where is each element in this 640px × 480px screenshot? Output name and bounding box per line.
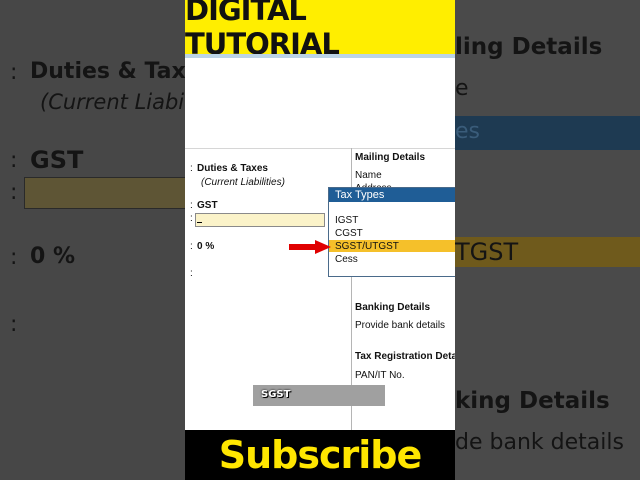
bg-types: es: [455, 119, 480, 144]
colon-name: :: [190, 200, 193, 211]
mailing-details-header: Mailing Details: [355, 152, 426, 163]
dropdown-title: Tax Types: [329, 188, 455, 202]
tax-registration-header: Tax Registration Details: [355, 351, 455, 362]
bg-colon: :: [10, 180, 18, 205]
bg-input-field: [24, 177, 187, 209]
bg-colon: :: [10, 245, 18, 270]
digital-tutorial-banner: DIGITAL TUTORIAL: [185, 0, 455, 61]
colon-type: :: [190, 213, 193, 224]
tax-types-dropdown[interactable]: Tax Types IGST CGST SGST/UTGST Cess: [328, 187, 455, 277]
caption-bar: SGST: [253, 385, 385, 406]
ledger-name: GST: [197, 200, 218, 211]
option-sgst-utgst[interactable]: SGST/UTGST: [335, 241, 399, 252]
provide-bank-details[interactable]: Provide bank details: [355, 320, 445, 331]
colon-under: :: [190, 163, 193, 174]
group-parent: (Current Liabilities): [201, 177, 285, 188]
option-cess[interactable]: Cess: [335, 254, 358, 265]
banner-title: DIGITAL TUTORIAL: [185, 0, 340, 61]
bg-banking: king Details: [455, 388, 610, 414]
bg-tgst: TGST: [455, 238, 519, 266]
bg-blue-band: [455, 116, 640, 150]
pan-label: PAN/IT No.: [355, 370, 405, 381]
text-cursor: [197, 222, 202, 223]
colon-blank: :: [190, 268, 193, 279]
bg-colon: :: [10, 60, 18, 85]
bg-colon: :: [10, 312, 18, 337]
bg-bank-details: de bank details: [455, 430, 624, 455]
bg-colon: :: [10, 148, 18, 173]
red-arrow-icon: [289, 240, 331, 254]
bg-gst: GST: [30, 146, 84, 174]
under-group: Duties & Taxes: [197, 163, 268, 174]
tally-screen: DIGITAL TUTORIAL : Duties & Taxes (Curre…: [185, 0, 455, 480]
bg-name: e: [455, 76, 469, 101]
option-igst[interactable]: IGST: [335, 215, 358, 226]
bg-mailing: ling Details: [455, 34, 603, 60]
subscribe-label: Subscribe: [218, 433, 423, 477]
caption-text: SGST: [261, 389, 291, 400]
section-divider: [185, 148, 455, 149]
mailing-name-label: Name: [355, 170, 382, 181]
subscribe-banner[interactable]: Subscribe: [185, 430, 455, 480]
bg-rate: 0 %: [30, 244, 76, 269]
gst-rate: 0 %: [197, 241, 215, 252]
gst-type-input[interactable]: [195, 213, 325, 227]
bg-liabilities: (Current Liabi: [40, 90, 185, 114]
banking-details-header: Banking Details: [355, 302, 431, 313]
title-strip: [185, 54, 455, 58]
colon-rate: :: [190, 241, 193, 252]
option-cgst[interactable]: CGST: [335, 228, 363, 239]
